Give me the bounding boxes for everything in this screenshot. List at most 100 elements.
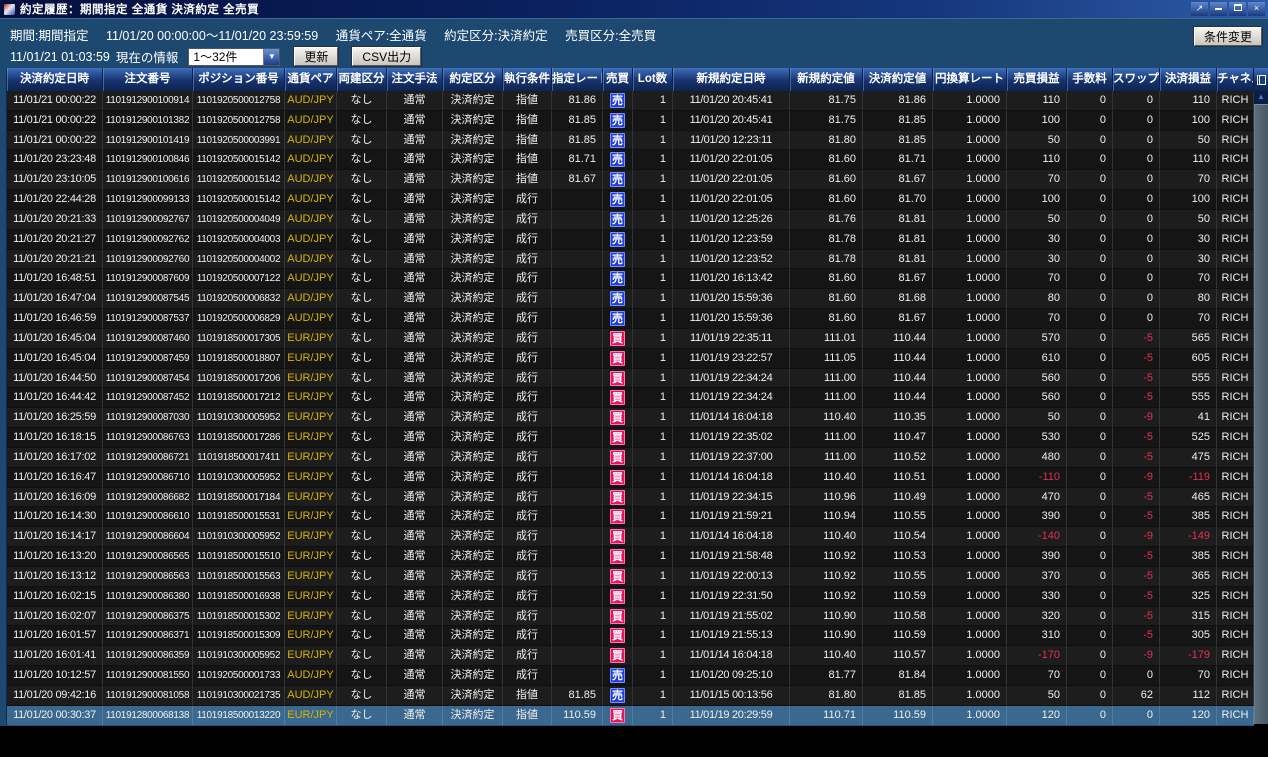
table-cell: なし: [337, 368, 387, 389]
table-row[interactable]: 11/01/20 16:25:59 1101912900087030 1101910…: [7, 408, 1254, 429]
table-row[interactable]: 11/01/20 16:45:04 1101912900087460 1101918…: [7, 328, 1254, 349]
table-row[interactable]: 11/01/20 23:23:48 1101912900100846 1101920…: [7, 150, 1254, 171]
column-header[interactable]: 新規約定日時: [673, 68, 790, 91]
table-cell: 1101912900092767: [103, 209, 193, 230]
column-header[interactable]: 円換算レート: [933, 68, 1007, 91]
table-row[interactable]: 11/01/20 16:18:15 1101912900086763 1101918…: [7, 428, 1254, 448]
scrollbar-thumb[interactable]: [1254, 104, 1268, 724]
column-header[interactable]: スワップ...: [1113, 68, 1160, 91]
column-header[interactable]: 注文番号: [103, 68, 193, 91]
table-cell: なし: [337, 566, 387, 587]
table-row[interactable]: 11/01/20 23:10:05 1101912900100616 1101920…: [7, 170, 1254, 191]
table-row[interactable]: 11/01/20 16:02:07 1101912900086375 1101918…: [7, 606, 1254, 627]
column-header[interactable]: 両建区分: [337, 68, 387, 91]
sell-badge: 売: [610, 311, 625, 327]
popout-button[interactable]: ↗: [1191, 2, 1208, 16]
table-row[interactable]: 11/01/20 16:44:50 1101912900087454 1101918…: [7, 368, 1254, 389]
table-cell: 0: [1113, 289, 1160, 310]
table-cell: 1: [633, 428, 673, 448]
current-info-label: 現在の情報: [115, 51, 179, 65]
column-header[interactable]: 決済損益: [1160, 68, 1217, 91]
table-cell: 1.0000: [933, 289, 1007, 310]
table-row[interactable]: 11/01/20 16:13:20 1101912900086565 1101918…: [7, 547, 1254, 567]
column-header[interactable]: 指定レート: [552, 68, 603, 91]
column-header[interactable]: 注文手法: [387, 68, 443, 91]
column-header[interactable]: 決済約定値: [863, 68, 933, 91]
table-cell: -179: [1160, 646, 1217, 667]
column-header[interactable]: 約定区分: [443, 68, 503, 91]
window-controls: ↗ ×: [1191, 2, 1265, 16]
table-cell: 100: [1007, 190, 1067, 210]
column-header[interactable]: 手数料: [1067, 68, 1113, 91]
table-row[interactable]: 11/01/20 16:17:02 1101912900086721 1101918…: [7, 447, 1254, 468]
table-cell: 1101912900087452: [103, 388, 193, 409]
table-cell: 81.68: [863, 289, 933, 310]
range-select[interactable]: 1～32件 ▼: [188, 47, 281, 66]
table-cell: 0: [1067, 130, 1113, 151]
table-cell: 81.60: [790, 190, 863, 210]
change-conditions-button[interactable]: 条件変更: [1193, 27, 1262, 46]
table-row[interactable]: 11/01/20 16:44:42 1101912900087452 1101918…: [7, 388, 1254, 409]
table-cell: [552, 606, 603, 627]
column-header[interactable]: 売買: [603, 68, 633, 91]
sell-badge: 売: [610, 93, 625, 108]
column-header[interactable]: 新規約定値: [790, 68, 863, 91]
column-header[interactable]: Lot数: [633, 68, 673, 91]
column-header[interactable]: 通貨ペア: [285, 68, 337, 91]
table-cell: 50: [1160, 209, 1217, 230]
table-row[interactable]: 11/01/20 16:14:30 1101912900086610 1101918…: [7, 507, 1254, 528]
table-row[interactable]: 11/01/20 16:46:59 1101912900087537 1101920…: [7, 309, 1254, 329]
table-row[interactable]: 11/01/20 20:21:33 1101912900092767 1101920…: [7, 209, 1254, 230]
column-header[interactable]: 売買損益: [1007, 68, 1067, 91]
table-row[interactable]: 11/01/20 09:42:16 1101912900081058 1101910…: [7, 685, 1254, 706]
table-cell: なし: [337, 388, 387, 409]
table-cell: RICH: [1217, 249, 1254, 270]
column-header[interactable]: 決済約定日時: [7, 68, 103, 91]
maximize-button[interactable]: [1229, 2, 1246, 16]
csv-export-button[interactable]: CSV出力: [352, 47, 422, 66]
table-cell: 1101910300005952: [193, 527, 285, 548]
table-row[interactable]: 11/01/20 20:21:21 1101912900092760 1101920…: [7, 249, 1254, 270]
table-cell: RICH: [1217, 269, 1254, 290]
table-cell: EUR/JPY: [285, 547, 337, 567]
chevron-down-icon[interactable]: ▼: [263, 48, 280, 65]
table-cell: [552, 428, 603, 448]
table-cell: 11/01/19 21:55:02: [673, 606, 790, 627]
table-row[interactable]: 11/01/20 16:14:17 1101912900086604 1101910…: [7, 527, 1254, 548]
column-header[interactable]: 執行条件: [503, 68, 552, 91]
table-cell: 81.60: [790, 170, 863, 191]
table-cell: 0: [1113, 705, 1160, 726]
table-cell: 売: [603, 269, 633, 290]
column-header[interactable]: チャネル: [1217, 68, 1254, 91]
scroll-up-button[interactable]: ▲: [1254, 91, 1268, 104]
table-row[interactable]: 11/01/20 16:13:12 1101912900086563 1101918…: [7, 566, 1254, 587]
table-row[interactable]: 11/01/20 16:47:04 1101912900087545 1101920…: [7, 289, 1254, 310]
table-row[interactable]: 11/01/21 00:00:22 1101912900101419 1101920…: [7, 130, 1254, 151]
table-row[interactable]: 11/01/20 16:16:09 1101912900086682 1101918…: [7, 487, 1254, 508]
table-row[interactable]: 11/01/20 16:01:57 1101912900086371 1101918…: [7, 626, 1254, 647]
table-cell: 0: [1067, 309, 1113, 329]
table-row[interactable]: 11/01/20 16:16:47 1101912900086710 1101910…: [7, 467, 1254, 488]
refresh-button[interactable]: 更新: [294, 47, 339, 66]
table-row[interactable]: 11/01/20 10:12:57 1101912900081550 1101920…: [7, 666, 1254, 686]
table-row[interactable]: 11/01/20 16:02:15 1101912900086380 1101918…: [7, 586, 1254, 607]
table-row[interactable]: 11/01/20 16:01:41 1101912900086359 1101910…: [7, 646, 1254, 667]
minimize-button[interactable]: [1210, 2, 1227, 16]
table-row[interactable]: 11/01/21 00:00:22 1101912900100914 1101920…: [7, 91, 1254, 111]
table-cell: 110.40: [790, 408, 863, 429]
column-header[interactable]: ポジション番号: [193, 68, 285, 91]
table-cell: 50: [1160, 130, 1217, 151]
close-button[interactable]: ×: [1248, 2, 1265, 16]
table-cell: 1.0000: [933, 91, 1007, 111]
table-row[interactable]: 11/01/20 16:48:51 1101912900087609 1101920…: [7, 269, 1254, 290]
table-row[interactable]: 11/01/20 16:45:04 1101912900087459 1101918…: [7, 348, 1254, 369]
table-cell: 決済約定: [443, 130, 503, 151]
table-cell: 11/01/20 16:02:07: [7, 606, 103, 627]
table-cell: なし: [337, 487, 387, 508]
table-row[interactable]: 11/01/20 00:30:37 1101912800068138 1101918…: [7, 705, 1254, 726]
table-cell: 0: [1067, 685, 1113, 706]
table-row[interactable]: 11/01/20 20:21:27 1101912900092762 1101920…: [7, 229, 1254, 250]
column-settings-button[interactable]: [1254, 68, 1268, 91]
table-row[interactable]: 11/01/20 22:44:28 1101912900099133 1101920…: [7, 190, 1254, 210]
table-row[interactable]: 11/01/21 00:00:22 1101912900101382 1101920…: [7, 110, 1254, 131]
